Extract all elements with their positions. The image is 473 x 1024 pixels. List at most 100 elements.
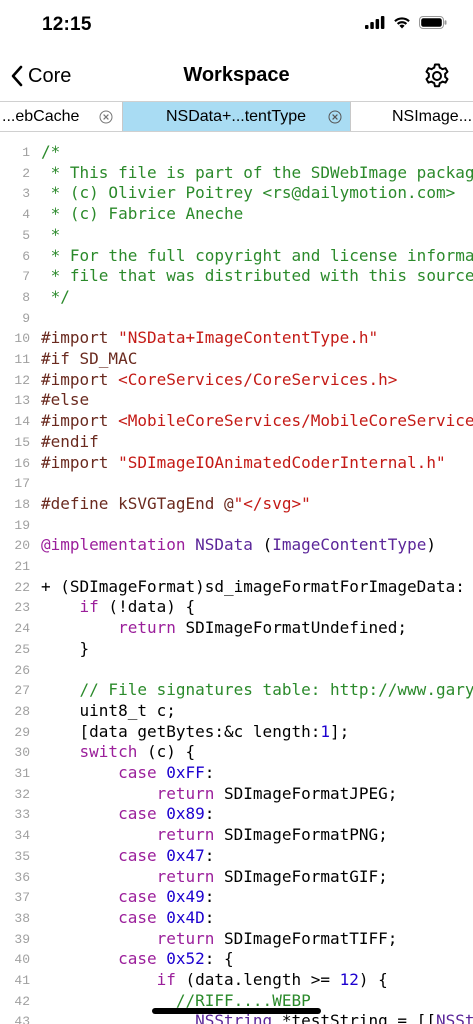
code-text: return SDImageFormatGIF;	[41, 867, 388, 888]
code-editor[interactable]: 1 /* 2 * This file is part of the SDWebIma…	[0, 132, 473, 1024]
code-line: 7 * file that was distributed with this …	[0, 266, 473, 287]
code-text: #if SD_MAC	[41, 349, 137, 370]
code-line: 31 case 0xFF:	[0, 763, 473, 784]
tab-webcache[interactable]: ...ebCache	[0, 102, 122, 131]
code-token: [data getBytes:&c length:	[41, 721, 321, 741]
line-number: 38	[14, 910, 30, 926]
code-text: * (c) Olivier Poitrey <rs@dailymotion.co…	[41, 183, 456, 204]
code-token: * (c) Olivier Poitrey <rs@dailymotion.co…	[41, 183, 456, 203]
code-text: return SDImageFormatJPEG;	[41, 784, 398, 805]
tab-label: ...ebCache	[2, 108, 80, 125]
line-number: 19	[14, 517, 30, 533]
code-text: [data getBytes:&c length:1];	[41, 721, 350, 743]
code-token: 1	[320, 721, 330, 741]
status-icons	[365, 16, 447, 29]
tab-nsimage[interactable]: NSImage...	[351, 102, 473, 131]
line-number: 2	[22, 165, 30, 181]
code-line: 20 @implementation NSData (ImageContentTy…	[0, 535, 473, 556]
code-text: switch (c) {	[41, 742, 196, 763]
line-number: 20	[14, 538, 30, 554]
code-text: #import "NSData+ImageContentType.h"	[41, 328, 378, 349]
code-token: * For the full copyright and license inf…	[41, 245, 473, 265]
line-number: 1	[22, 145, 30, 160]
code-token: 0xFF	[166, 763, 205, 782]
line-number: 12	[14, 372, 30, 388]
close-circle-icon[interactable]	[99, 110, 113, 124]
code-line: 6 * For the full copyright and license i…	[0, 246, 473, 267]
code-line: 18 #define kSVGTagEnd @"</svg>"	[0, 494, 473, 515]
line-number: 6	[22, 248, 30, 264]
line-number: 25	[14, 641, 30, 657]
code-token: #import	[41, 452, 119, 472]
code-token: case	[118, 845, 157, 865]
code-line: 35 case 0x47:	[0, 846, 473, 867]
code-token: #if SD_MAC	[41, 349, 138, 368]
code-text: /*	[41, 142, 60, 163]
line-number: 22	[14, 579, 30, 595]
code-text: case 0x47:	[41, 846, 214, 867]
line-number: 18	[14, 496, 30, 512]
line-number: 33	[14, 807, 30, 823]
code-line: 29 [data getBytes:&c length:1];	[0, 722, 473, 743]
code-token: #import	[41, 411, 119, 431]
code-token: SDImageFormatGIF;	[214, 866, 388, 886]
code-text: return SDImageFormatPNG;	[41, 825, 388, 846]
line-number: 8	[22, 289, 30, 305]
code-text: * (c) Fabrice Aneche	[41, 204, 244, 225]
code-token: }	[41, 638, 90, 658]
code-line: 10 #import "NSData+ImageContentType.h"	[0, 328, 473, 349]
code-token: 12	[339, 970, 359, 989]
code-token: 0x89	[166, 804, 205, 824]
code-token: :	[204, 804, 215, 824]
line-number: 9	[22, 310, 30, 326]
status-time: 12:15	[42, 14, 92, 35]
code-token: uint8_t c;	[41, 700, 176, 720]
code-token: (!data) {	[98, 597, 196, 617]
code-line: 4 * (c) Fabrice Aneche	[0, 204, 473, 225]
code-text: }	[41, 638, 90, 660]
close-circle-icon[interactable]	[328, 110, 342, 124]
code-token: if	[79, 597, 99, 617]
code-token: "</svg>"	[233, 493, 311, 513]
cellular-signal-icon	[365, 16, 385, 29]
code-text: */	[41, 287, 70, 308]
code-line: 19	[0, 515, 473, 536]
code-token: "SDImageIOAnimatedCoderInternal.h"	[118, 452, 446, 472]
line-number: 10	[14, 331, 30, 347]
code-text: * file that was distributed with this so…	[41, 266, 473, 287]
line-number: 34	[14, 828, 30, 844]
code-token: return	[156, 866, 215, 886]
tab-nsdata-imagecontenttype[interactable]: NSData+...tentType	[123, 102, 350, 131]
gear-icon	[425, 63, 449, 88]
code-text: + (SDImageFormat)sd_imageFormatForImageD…	[41, 577, 465, 598]
code-text: case 0x49:	[41, 887, 214, 908]
code-text: return SDImageFormatUndefined;	[41, 618, 407, 639]
code-text: case 0x89:	[41, 804, 214, 825]
code-token: ImageContentType	[272, 535, 427, 555]
code-line: 3 * (c) Olivier Poitrey <rs@dailymotion.…	[0, 183, 473, 204]
code-token: "NSData+ImageContentType.h"	[118, 328, 379, 348]
battery-icon	[419, 16, 447, 29]
code-line: 26	[0, 660, 473, 681]
code-token: return	[156, 825, 215, 845]
code-text: * For the full copyright and license inf…	[41, 246, 473, 267]
code-token: // File signatures table: http://www.gar…	[79, 680, 473, 700]
code-token: #define kSVGTagEnd @	[41, 493, 234, 513]
settings-button[interactable]	[423, 62, 451, 90]
line-number: 32	[14, 786, 30, 802]
code-token: <MobileCoreServices/MobileCoreServices.h…	[118, 411, 473, 431]
code-text: #import <MobileCoreServices/MobileCoreSe…	[41, 411, 473, 432]
code-text: return SDImageFormatTIFF;	[41, 929, 398, 950]
code-token: 0x47	[166, 845, 205, 865]
code-token: NSString	[435, 1011, 473, 1024]
